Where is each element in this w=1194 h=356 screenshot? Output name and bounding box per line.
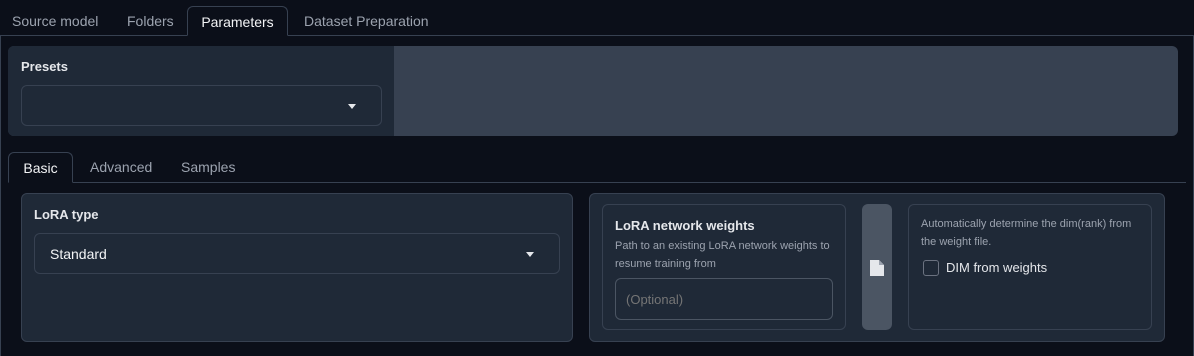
network-weights-input[interactable]	[615, 278, 833, 320]
lora-type-label: LoRA type	[34, 207, 99, 222]
lora-type-dropdown[interactable]: Standard	[34, 233, 560, 274]
sub-tab-bar: Basic Advanced Samples	[8, 152, 1186, 183]
tab-samples[interactable]: Samples	[181, 152, 235, 183]
chevron-down-icon	[526, 252, 534, 257]
tab-folders[interactable]: Folders	[127, 6, 174, 36]
tab-advanced[interactable]: Advanced	[90, 152, 152, 183]
tab-dataset-preparation[interactable]: Dataset Preparation	[304, 6, 429, 36]
network-weights-description: Path to an existing LoRA network weights…	[615, 240, 830, 270]
tab-basic[interactable]: Basic	[8, 152, 73, 183]
top-tab-bar: Source model Folders Parameters Dataset …	[0, 0, 1194, 36]
dim-from-weights-description: Automatically determine the dim(rank) fr…	[921, 218, 1132, 248]
presets-dropdown[interactable]	[21, 85, 382, 126]
lora-type-value: Standard	[50, 246, 107, 262]
chevron-down-icon	[348, 104, 356, 109]
dim-from-weights-checkbox[interactable]	[923, 260, 939, 276]
dim-from-weights-label[interactable]: DIM from weights	[946, 260, 1047, 275]
network-weights-panel: LoRA network weights Path to an existing…	[602, 204, 846, 330]
file-icon	[870, 260, 884, 276]
network-weights-label: LoRA network weights	[615, 218, 755, 233]
presets-label: Presets	[21, 59, 68, 74]
tab-source-model[interactable]: Source model	[12, 6, 98, 36]
presets-block: Presets	[8, 46, 1178, 136]
dim-from-weights-panel: Automatically determine the dim(rank) fr…	[908, 204, 1152, 330]
file-picker-button[interactable]	[862, 204, 892, 330]
tab-parameters[interactable]: Parameters	[187, 6, 288, 36]
presets-panel: Presets	[8, 46, 394, 136]
lora-type-panel: LoRA type Standard	[21, 193, 573, 342]
